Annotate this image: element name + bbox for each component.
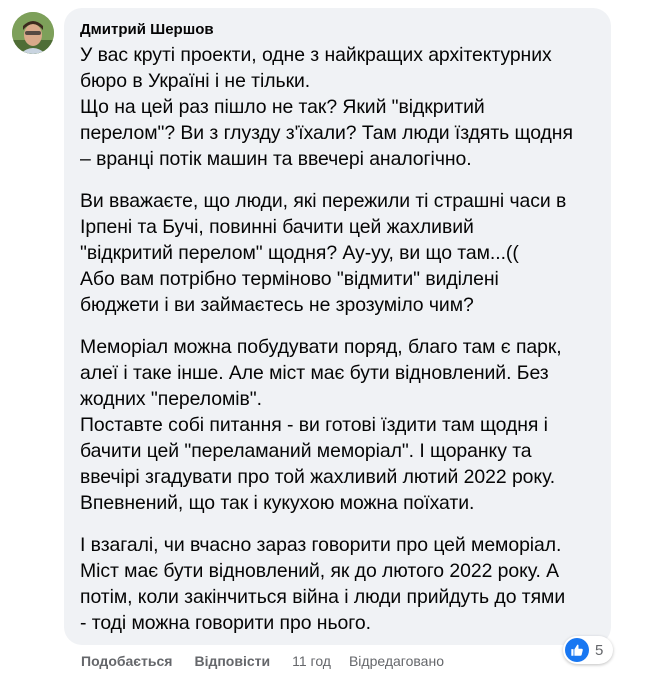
comment-bubble: Дмитрий Шершов У вас круті проекти, одне… <box>64 8 611 645</box>
comment-actions: Подобається Відповісти 11 год Відредагов… <box>81 651 444 671</box>
like-icon <box>565 638 589 662</box>
edited-label: Відредаговано <box>348 653 444 669</box>
comment-paragraph: І взагалі, чи вчасно зараз говорити про … <box>80 534 566 634</box>
like-button[interactable]: Подобається <box>81 653 172 669</box>
comment-timestamp[interactable]: 11 год <box>292 653 331 669</box>
comment-author[interactable]: Дмитрий Шершов <box>80 20 599 40</box>
comment-paragraph: У вас круті проекти, одне з найкращих ар… <box>80 44 573 170</box>
author-avatar[interactable] <box>12 12 54 54</box>
reply-button[interactable]: Відповісти <box>194 653 270 669</box>
comment-paragraph: Ви вважаєте, що люди, які пережили ті ст… <box>80 190 567 316</box>
reaction-count: 5 <box>595 641 604 659</box>
reaction-summary[interactable]: 5 <box>563 636 613 664</box>
comment-paragraph: Меморіал можна побудувати поряд, благо т… <box>80 336 562 514</box>
